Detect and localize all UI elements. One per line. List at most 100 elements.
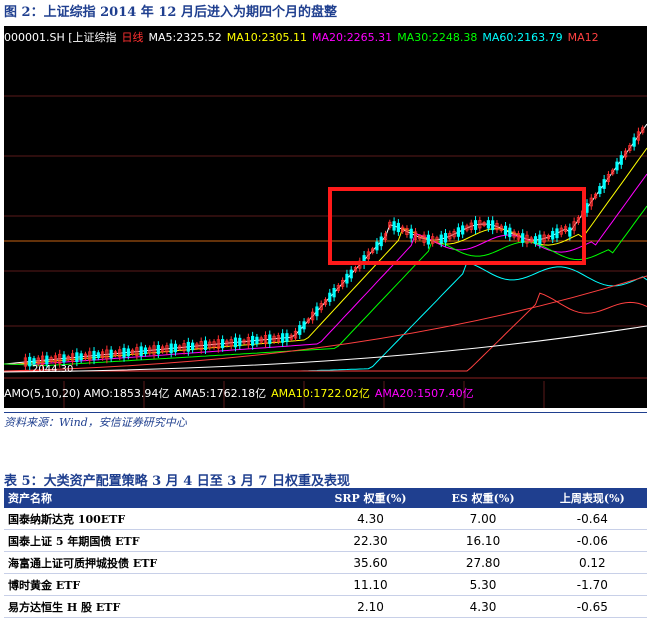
candle-body (96, 352, 100, 359)
table-row: 国泰纳斯达克 100ETF 4.30 7.00 -0.64 (4, 508, 647, 530)
candle-body (126, 348, 130, 357)
candle-body (375, 241, 379, 251)
asset-name-cell: 国泰上证 5 年期国债 ETF (4, 529, 313, 552)
candle-body (255, 336, 259, 345)
asset-name-cell: 博时黄金 ETF (4, 573, 313, 596)
candle-body (409, 228, 413, 239)
candle-body (461, 225, 465, 235)
candle-body (632, 137, 636, 147)
source-divider (4, 412, 647, 413)
es-weight-cell: 16.10 (428, 529, 538, 552)
candle-body (109, 349, 113, 359)
candle-body (486, 220, 490, 229)
source-note: 资料来源：Wind，安信证券研究中心 (4, 416, 187, 429)
asset-name-cell: 易方达恒生 H 股 ETF (4, 595, 313, 618)
candle-body (521, 233, 525, 243)
asset-name-cell: 海富通上证可质押城投债 ETF (4, 551, 313, 574)
candle-body (533, 236, 538, 244)
candle-body (298, 325, 302, 335)
candle-body (173, 343, 178, 353)
candle-body (538, 234, 542, 245)
candle-body (456, 227, 460, 237)
candle-body (191, 342, 195, 351)
candle-body (332, 288, 336, 298)
candle-body (156, 345, 160, 355)
figure-title: 图 2：上证综指 2014 年 12 月后进入为期四个月的盘整 (4, 5, 337, 20)
candle-body (139, 346, 143, 357)
table-row: 博时黄金 ETF 11.10 5.30 -1.70 (4, 573, 647, 596)
candle-body (426, 234, 430, 245)
candle-body (396, 222, 400, 233)
candle-body (392, 221, 396, 231)
ma120-label: MA12 (567, 31, 599, 44)
candle-body (568, 227, 572, 237)
candle-body (555, 228, 559, 239)
candle-body (379, 236, 383, 247)
candle-body (233, 337, 238, 348)
candle-body (491, 220, 495, 231)
chart-canvas (4, 95, 647, 408)
moving-average-line (4, 205, 647, 367)
ama10-label: AMA10:1722.02亿 (271, 387, 370, 400)
low-price-label: 2044.30 (32, 364, 74, 375)
candle-body (143, 347, 148, 355)
candle-body (281, 333, 285, 343)
candle-body (302, 321, 306, 330)
header-srp-weight: SRP 权重(%) (312, 488, 429, 508)
asset-name-cell: 国泰纳斯达克 100ETF (4, 508, 313, 530)
table-row: 海富通上证可质押城投债 ETF 35.60 27.80 0.12 (4, 551, 647, 574)
candle-body (345, 273, 349, 284)
header-asset-name: 资产名称 (4, 488, 313, 508)
srp-weight-cell: 4.30 (312, 508, 429, 530)
candle-body (186, 341, 190, 352)
table-title: 表 5：大类资产配置策略 3 月 4 日至 3 月 7 日权重及表现 (4, 474, 350, 489)
ma60-label: MA60:2163.79 (482, 31, 563, 44)
moving-average-line (4, 147, 647, 365)
candle-body (79, 353, 83, 361)
ma5-label: MA5:2325.52 (148, 31, 222, 44)
last-week-cell: -0.64 (537, 508, 647, 530)
srp-weight-cell: 2.10 (312, 595, 429, 618)
moving-average-line (4, 173, 647, 366)
es-weight-cell: 4.30 (428, 595, 538, 618)
candle-body (122, 347, 126, 358)
ama5-label: AMA5:1762.18亿 (174, 387, 267, 400)
candle-body (443, 233, 448, 243)
last-week-cell: -1.70 (537, 573, 647, 596)
header-es-weight: ES 权重(%) (428, 488, 538, 508)
last-week-cell: 0.12 (537, 551, 647, 574)
table-row: 易方达恒生 H 股 ETF 2.10 4.30 -0.65 (4, 595, 647, 618)
last-week-cell: -0.65 (537, 595, 647, 618)
allocation-table: 资产名称 SRP 权重(%) ES 权重(%) 上周表现(%) 国泰纳斯达克 1… (4, 488, 647, 618)
table-row: 国泰上证 5 年期国债 ETF 22.30 16.10 -0.06 (4, 529, 647, 552)
es-weight-cell: 5.30 (428, 573, 538, 596)
candle-body (439, 234, 443, 244)
candle-body (602, 179, 606, 189)
srp-weight-cell: 35.60 (312, 551, 429, 574)
es-weight-cell: 7.00 (428, 508, 538, 530)
candle-body (238, 337, 242, 347)
candle-body (349, 269, 353, 279)
symbol-label: 000001.SH [上证综指 (4, 31, 117, 44)
candle-body (62, 354, 66, 363)
header-last-week: 上周表现(%) (537, 488, 647, 508)
candle-body (328, 292, 332, 302)
volume-header: AMO(5,10,20) AMO:1853.94亿 AMA5:1762.18亿 AM… (4, 385, 479, 401)
amo-label: AMO(5,10,20) AMO:1853.94亿 (4, 387, 170, 400)
candle-body (285, 333, 289, 343)
ama20-label: AMA20:1507.40亿 (374, 387, 474, 400)
candle-body (615, 161, 619, 171)
candle-body (75, 352, 79, 363)
candle-body (508, 227, 512, 238)
table-header-row: 资产名称 SRP 权重(%) ES 权重(%) 上周表现(%) (4, 488, 647, 508)
candle-body (169, 343, 173, 354)
ma10-label: MA10:2305.11 (226, 31, 307, 44)
candle-body (92, 350, 96, 361)
candle-body (251, 335, 255, 346)
ma20-label: MA20:2265.31 (311, 31, 393, 44)
candle-body (619, 155, 623, 165)
candle-body (551, 231, 555, 240)
candle-body (598, 186, 602, 194)
candle-body (503, 225, 508, 235)
candle-body (221, 339, 225, 349)
